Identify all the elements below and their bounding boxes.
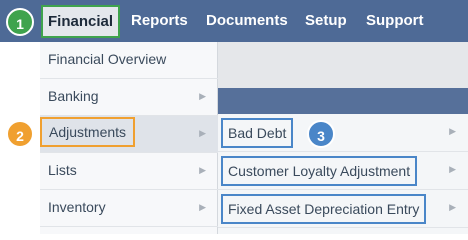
chevron-right-icon: ▶	[449, 126, 456, 136]
page-section-header	[218, 88, 468, 114]
nav-support[interactable]: Support	[366, 0, 424, 42]
chevron-right-icon: ▶	[199, 128, 206, 138]
financial-dropdown-menu: Financial Overview Banking ▶ Adjustments…	[40, 42, 218, 234]
nav-documents[interactable]: Documents	[206, 0, 288, 42]
menu-item-label: Inventory	[48, 199, 106, 215]
nav-reports[interactable]: Reports	[131, 0, 188, 42]
chevron-right-icon: ▶	[199, 202, 206, 212]
chevron-right-icon: ▶	[199, 165, 206, 175]
menu-item-inventory[interactable]: Inventory ▶	[40, 190, 218, 227]
menu-item-label: Lists	[48, 162, 77, 178]
menu-item-adjustments[interactable]: Adjustments ▶	[40, 116, 218, 153]
step-2-badge: 2	[6, 120, 34, 148]
menu-item-financial-overview[interactable]: Financial Overview	[40, 42, 218, 79]
submenu-item-label: Customer Loyalty Adjustment	[221, 156, 418, 186]
menu-item-label: Banking	[48, 88, 99, 104]
top-navigation-bar: Financial Reports Documents Setup Suppor…	[0, 0, 468, 42]
menu-item-banking[interactable]: Banking ▶	[40, 79, 218, 116]
submenu-item-bad-debt[interactable]: Bad Debt ▶	[218, 114, 468, 152]
chevron-right-icon: ▶	[449, 202, 456, 212]
step-3-badge: 3	[307, 120, 335, 148]
menu-item-label: Adjustments	[40, 117, 136, 147]
adjustments-submenu: Bad Debt ▶ Customer Loyalty Adjustment ▶…	[218, 114, 468, 234]
step-1-badge: 1	[6, 8, 34, 36]
submenu-item-label: Fixed Asset Depreciation Entry	[221, 194, 427, 224]
menu-item-lists[interactable]: Lists ▶	[40, 153, 218, 190]
nav-setup[interactable]: Setup	[305, 0, 347, 42]
submenu-item-fixed-asset-depreciation-entry[interactable]: Fixed Asset Depreciation Entry ▶	[218, 190, 468, 228]
page-content-area	[218, 42, 468, 88]
chevron-right-icon: ▶	[199, 91, 206, 101]
submenu-item-label: Bad Debt	[221, 118, 294, 148]
submenu-item-customer-loyalty-adjustment[interactable]: Customer Loyalty Adjustment ▶	[218, 152, 468, 190]
nav-financial[interactable]: Financial	[41, 5, 121, 38]
chevron-right-icon: ▶	[449, 164, 456, 174]
menu-item-label: Financial Overview	[48, 51, 167, 67]
